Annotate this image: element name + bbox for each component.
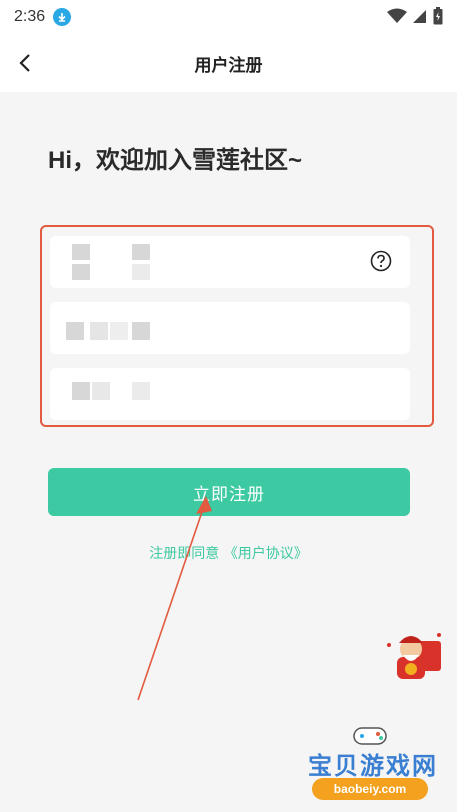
user-agreement-link[interactable]: 《用户协议》 — [224, 546, 308, 562]
redacted-text — [72, 382, 90, 400]
wifi-icon — [387, 8, 407, 23]
gamepad-icon — [353, 727, 387, 745]
registration-form — [40, 225, 434, 427]
redacted-text — [92, 382, 110, 400]
welcome-heading: Hi，欢迎加入雪莲社区~ — [48, 147, 303, 174]
agreement-prefix: 注册即同意 — [149, 546, 220, 562]
agreement-notice: 注册即同意 《用户协议》 — [0, 543, 457, 563]
register-button[interactable]: 立即注册 — [48, 468, 410, 516]
status-bar: 2:36 — [0, 0, 457, 34]
redacted-text — [72, 244, 90, 260]
watermark-url: baobeiy.com — [333, 782, 407, 796]
redacted-text — [90, 322, 108, 340]
redacted-text — [132, 322, 150, 340]
battery-icon — [433, 7, 443, 25]
redacted-text — [72, 264, 90, 280]
watermark: 宝贝游戏网 baobeiy.com — [300, 722, 440, 810]
password-field[interactable] — [50, 302, 410, 354]
confirm-password-field[interactable] — [50, 368, 410, 420]
page-title: 用户注册 — [194, 56, 263, 76]
status-icons — [387, 7, 443, 25]
redacted-text — [132, 264, 150, 280]
redacted-text — [132, 382, 150, 400]
redacted-text — [110, 322, 128, 340]
watermark-text: 宝贝游戏网 — [308, 752, 438, 780]
redacted-text — [66, 322, 84, 340]
signal-icon — [413, 10, 426, 23]
mascot-image — [387, 633, 441, 679]
help-icon[interactable] — [370, 250, 392, 272]
status-time: 2:36 — [14, 8, 46, 25]
redacted-text — [132, 244, 150, 260]
username-field[interactable] — [50, 236, 410, 288]
nav-bar: 用户注册 — [0, 34, 457, 92]
download-icon — [53, 8, 72, 26]
